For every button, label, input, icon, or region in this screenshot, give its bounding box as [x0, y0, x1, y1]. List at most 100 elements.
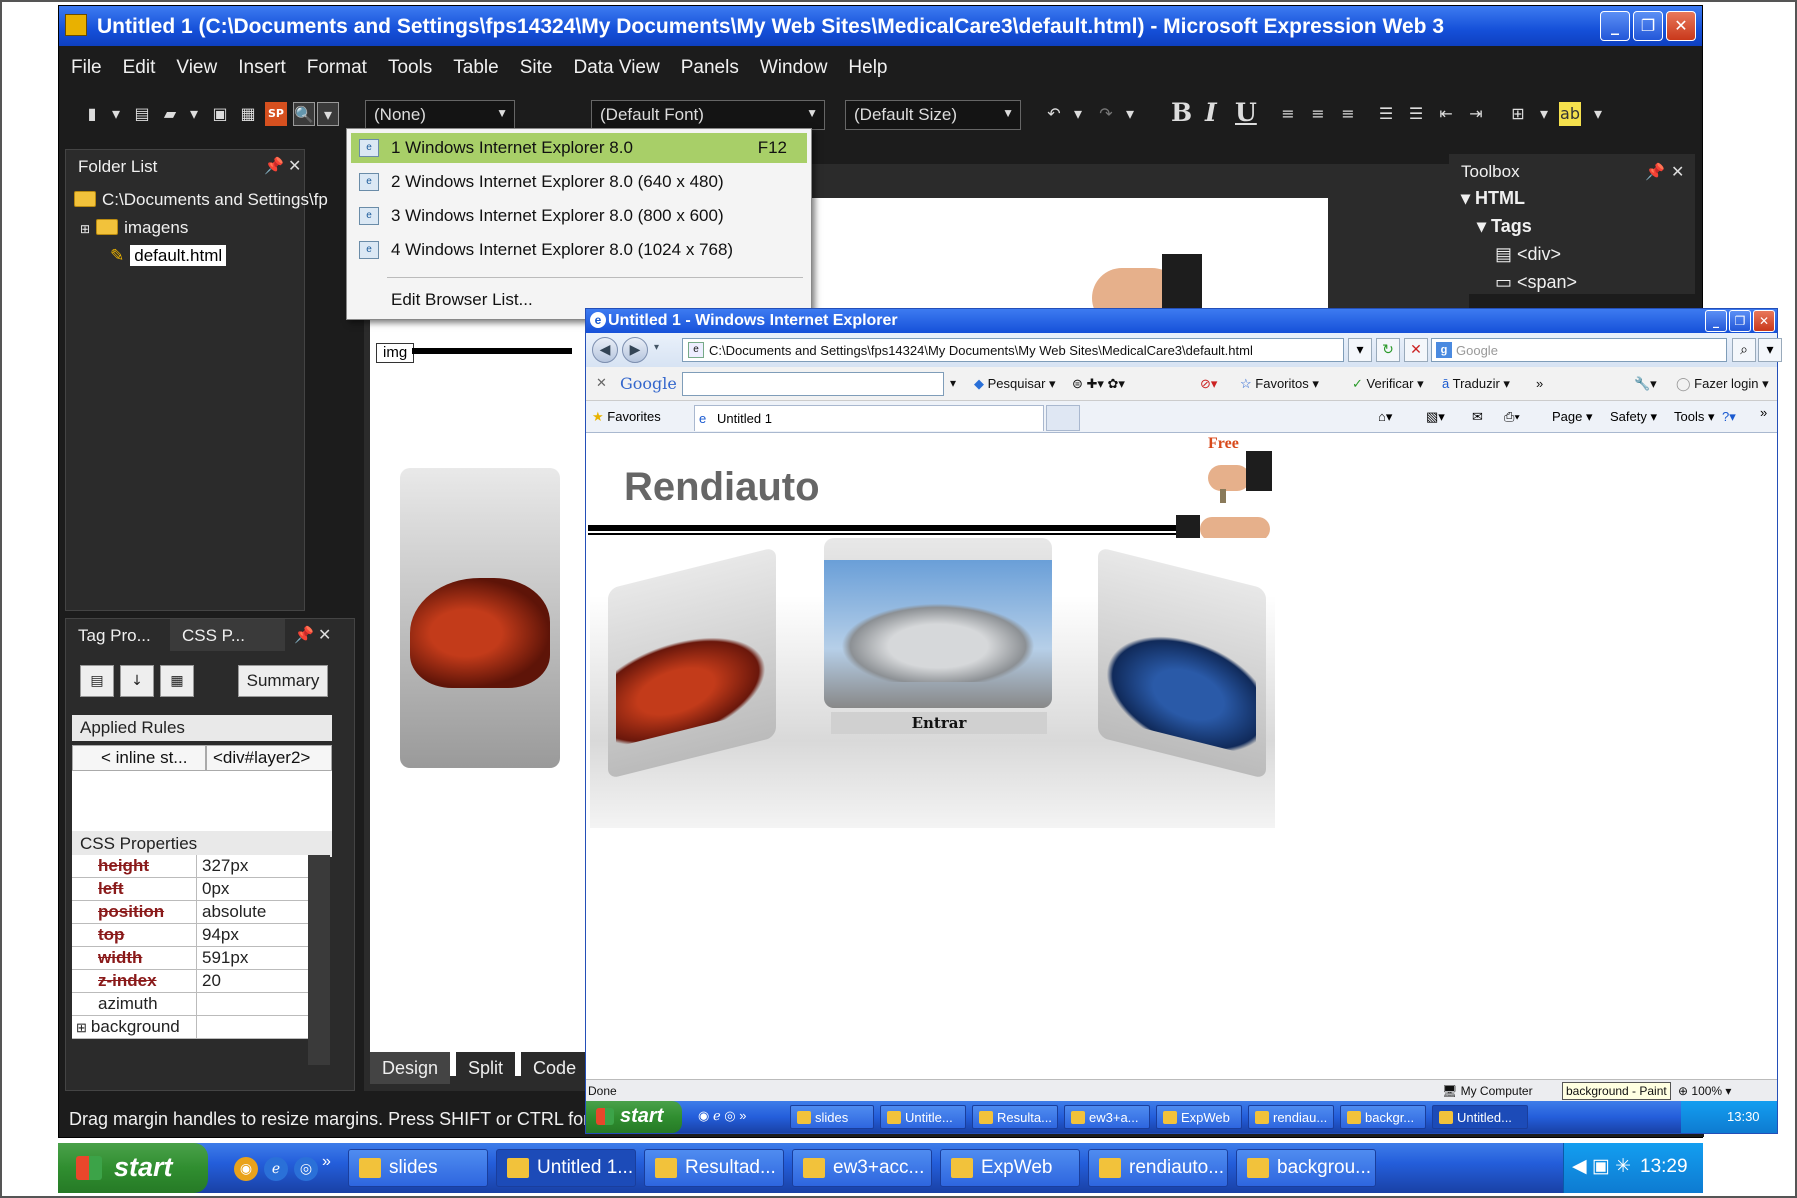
undo-icon[interactable]: ↶: [1043, 102, 1065, 126]
ie-icon[interactable]: ℯ: [264, 1157, 288, 1181]
property-value[interactable]: 94px: [198, 925, 239, 945]
quick-launch-icons[interactable]: ◉ ℯ ◎ »: [698, 1108, 746, 1124]
close-icon[interactable]: ✕: [318, 625, 331, 644]
tab-design[interactable]: Design: [370, 1052, 451, 1084]
stop-icon[interactable]: ✕: [1404, 338, 1428, 362]
spell-check-button[interactable]: ✓ Verificar ▾: [1352, 376, 1424, 392]
menu-window[interactable]: Window: [760, 57, 828, 79]
new-tab-button[interactable]: [1046, 405, 1080, 431]
taskbar-item-rendiauto[interactable]: rendiauto...: [1088, 1149, 1228, 1187]
taskbar-item-expression-web[interactable]: Untitled 1...: [496, 1149, 636, 1187]
tree-item-default-html[interactable]: ✎ default.html: [110, 245, 227, 266]
tab-code[interactable]: Code: [521, 1052, 589, 1084]
highlight-icon[interactable]: ab: [1559, 102, 1581, 126]
property-row[interactable]: width 591px: [72, 947, 308, 970]
menu-insert[interactable]: Insert: [238, 57, 286, 79]
tools-menu[interactable]: Tools ▾: [1674, 409, 1715, 425]
property-value[interactable]: 20: [198, 971, 221, 991]
toolbox-html-group[interactable]: ▾ HTML: [1461, 188, 1525, 209]
menu-help[interactable]: Help: [848, 57, 887, 79]
print-icon[interactable]: ⎙▾: [1504, 409, 1520, 425]
tab-split[interactable]: Split: [456, 1052, 516, 1084]
size-combo[interactable]: (Default Size) ▼: [845, 100, 1021, 130]
close-icon[interactable]: ✕: [1671, 162, 1684, 181]
chevron-down-icon[interactable]: ▾: [317, 102, 339, 126]
property-row[interactable]: z-index 20: [72, 970, 308, 993]
align-right-icon[interactable]: ≡: [1337, 102, 1359, 126]
property-row[interactable]: height 327px: [72, 855, 308, 878]
browser-tab[interactable]: e Untitled 1: [694, 405, 1044, 431]
google-search-input[interactable]: [682, 372, 944, 396]
taskbar-item-document[interactable]: ew3+acc...: [792, 1149, 932, 1187]
page-menu[interactable]: Page ▾: [1552, 409, 1593, 425]
rule-inline-style[interactable]: < inline st...: [72, 745, 206, 771]
forward-button[interactable]: ▶: [622, 337, 648, 363]
minimize-button[interactable]: _: [1705, 310, 1727, 332]
translate-button[interactable]: ā Traduzir ▾: [1442, 376, 1510, 392]
menu-view[interactable]: View: [176, 57, 217, 79]
google-search-button[interactable]: ◆ Pesquisar ▾: [974, 376, 1056, 392]
tree-item-imagens[interactable]: ⊞ imagens: [80, 218, 188, 238]
pin-icon[interactable]: 📌: [1645, 162, 1665, 181]
login-button[interactable]: ◯ Fazer login ▾: [1676, 376, 1769, 392]
menu-item-ie8-640[interactable]: e 2 Windows Internet Explorer 8.0 (640 x …: [351, 167, 807, 197]
refresh-icon[interactable]: ↻: [1376, 338, 1400, 362]
feeds-icon[interactable]: ▧▾: [1426, 409, 1445, 425]
align-center-icon[interactable]: ≡: [1307, 102, 1329, 126]
mail-icon[interactable]: ✉: [1472, 409, 1483, 425]
browser-icon[interactable]: ◎: [294, 1157, 318, 1181]
search-icon[interactable]: ⌕: [1732, 338, 1756, 362]
inner-start-button[interactable]: start: [586, 1101, 682, 1133]
numbered-list-icon[interactable]: ☰: [1375, 102, 1397, 126]
property-row[interactable]: position absolute: [72, 901, 308, 924]
bullet-list-icon[interactable]: ☰: [1405, 102, 1427, 126]
sharepoint-icon[interactable]: SP: [265, 102, 287, 126]
inner-taskbar-item[interactable]: backgr...: [1340, 1105, 1426, 1129]
property-value[interactable]: absolute: [198, 902, 266, 922]
increase-indent-icon[interactable]: ⇥: [1465, 102, 1487, 126]
underline-button[interactable]: U: [1235, 98, 1257, 127]
close-button[interactable]: ✕: [1666, 11, 1696, 41]
extra-tools-icons[interactable]: ⊜ ✚▾ ✿▾: [1072, 376, 1125, 392]
menu-item-ie8-1024[interactable]: e 4 Windows Internet Explorer 8.0 (1024 x…: [351, 235, 807, 265]
pin-icon[interactable]: 📌: [294, 625, 314, 644]
taskbar-item-expweb[interactable]: ExpWeb: [940, 1149, 1080, 1187]
menu-edit[interactable]: Edit: [123, 57, 156, 79]
chevron-down-icon[interactable]: ▾: [1758, 338, 1782, 362]
property-row[interactable]: azimuth: [72, 993, 308, 1016]
vertical-scrollbar[interactable]: [308, 855, 330, 1065]
style-combo[interactable]: (None) ▼: [365, 100, 515, 130]
save-icon[interactable]: ▣: [209, 102, 231, 126]
car-slide-center[interactable]: [824, 538, 1052, 708]
italic-button[interactable]: I: [1205, 98, 1217, 127]
chevron-down-icon[interactable]: ▾: [1587, 102, 1609, 126]
toolbox-item-div[interactable]: ▤ <div>: [1495, 244, 1561, 265]
property-row[interactable]: top 94px: [72, 924, 308, 947]
wrench-icon[interactable]: 🔧▾: [1634, 376, 1657, 392]
expand-icon[interactable]: ⊞: [80, 222, 90, 236]
car-slide-right[interactable]: [1098, 547, 1266, 779]
enter-button[interactable]: Entrar: [831, 712, 1047, 734]
inner-taskbar-item[interactable]: rendiau...: [1248, 1105, 1334, 1129]
ie-title-bar[interactable]: e Untitled 1 - Windows Internet Explorer…: [586, 309, 1777, 333]
save-all-icon[interactable]: ▦: [237, 102, 259, 126]
taskbar-item-results[interactable]: Resultad...: [644, 1149, 784, 1187]
menu-tools[interactable]: Tools: [388, 57, 432, 79]
start-button[interactable]: start: [58, 1143, 208, 1193]
decrease-indent-icon[interactable]: ⇤: [1435, 102, 1457, 126]
font-combo[interactable]: (Default Font) ▼: [591, 100, 825, 130]
folder-icon[interactable]: ▰: [159, 102, 181, 126]
minimize-button[interactable]: _: [1600, 11, 1630, 41]
menu-panels[interactable]: Panels: [681, 57, 739, 79]
inner-taskbar-item[interactable]: Untitle...: [880, 1105, 966, 1129]
title-bar[interactable]: Untitled 1 (C:\Documents and Settings\fp…: [59, 6, 1702, 46]
favorites-button[interactable]: ★ Favorites: [592, 409, 661, 425]
inner-taskbar-item[interactable]: slides: [790, 1105, 874, 1129]
taskbar-item-slides[interactable]: slides: [348, 1149, 488, 1187]
property-value[interactable]: 591px: [198, 948, 248, 968]
tab-tag-properties[interactable]: Tag Pro...: [66, 619, 151, 651]
menu-table[interactable]: Table: [453, 57, 498, 79]
categorized-view-icon[interactable]: ▤: [80, 665, 114, 697]
chevron-down-icon[interactable]: ▾: [1119, 102, 1141, 126]
restore-button[interactable]: ❐: [1729, 310, 1751, 332]
